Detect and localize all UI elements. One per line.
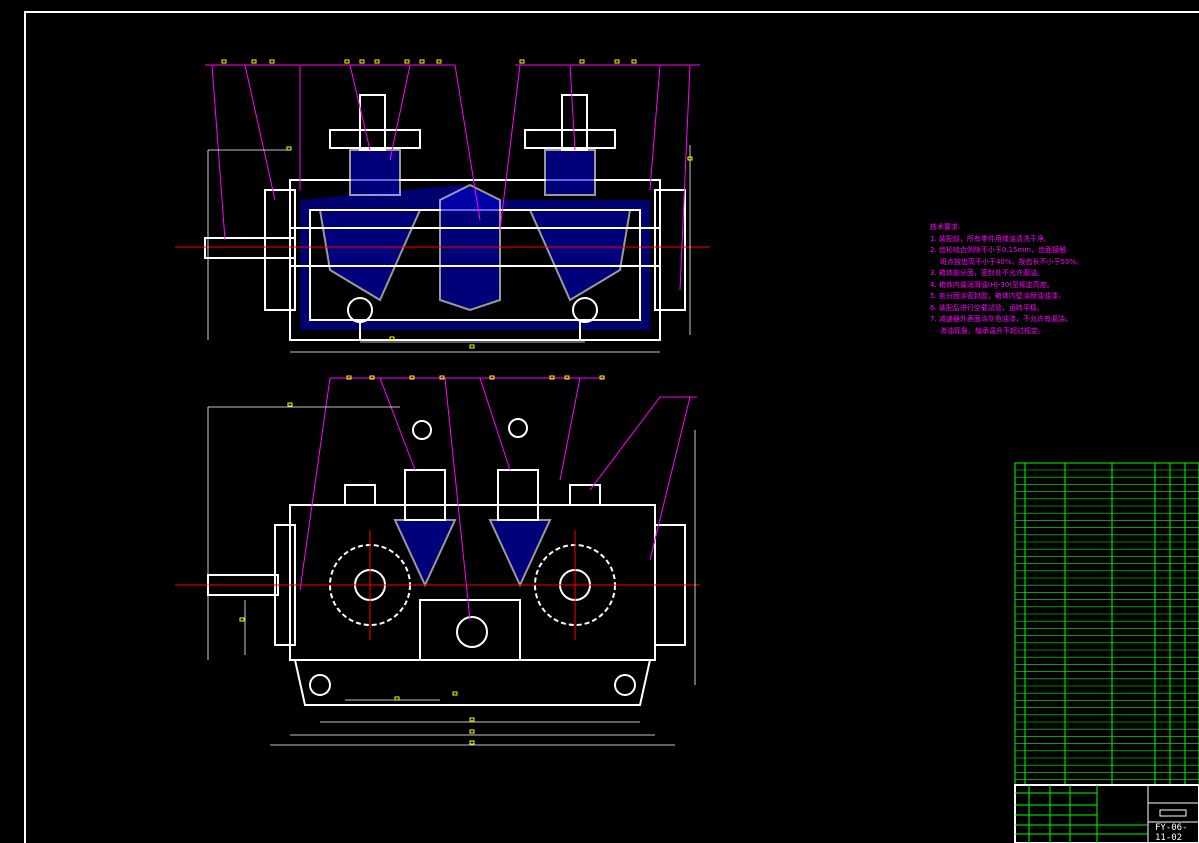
balloon-labels — [221, 59, 693, 745]
requirement-item: 3. 箱体剖分面，密封处不允许漏油。 — [930, 269, 1044, 277]
requirement-item: 7. 减速器外表面涂灰色油漆，不允许有漏油， — [930, 315, 1072, 323]
requirement-item: 4. 箱体内装润滑油(HJ-30)至规定高度。 — [930, 280, 1054, 289]
leader-lines — [205, 64, 700, 621]
bottom-front-view — [207, 418, 686, 706]
drawing-frame — [24, 11, 1199, 843]
requirement-item: 2. 齿轮啮合侧隙不小于0.15mm，齿面接触 — [930, 246, 1067, 254]
requirement-item: 渗油现象，轴承温升不超过规定。 — [940, 326, 1045, 335]
requirement-item: 6. 装配后进行空载试验，运转平稳。 — [930, 303, 1044, 312]
top-section-view — [204, 94, 686, 341]
requirement-item: 1. 装配前，所有零件用煤油清洗干净。 — [930, 234, 1051, 243]
parts-list-rows — [1015, 469, 1199, 780]
cad-drawing-canvas — [24, 11, 1199, 843]
drawing-number: FY-06-11-02 — [1155, 823, 1188, 843]
technical-requirements-title: 技术要求: — [930, 223, 961, 231]
requirement-item: 斑点按齿高不小于40%，按齿长不小于50%。 — [940, 257, 1084, 266]
requirement-item: 5. 剖分面涂密封胶，箱体内壁涂耐油油漆。 — [930, 292, 1065, 300]
technical-requirements: 技术要求: 1. 装配前，所有零件用煤油清洗干净。 2. 齿轮啮合侧隙不小于0.… — [930, 222, 1083, 337]
